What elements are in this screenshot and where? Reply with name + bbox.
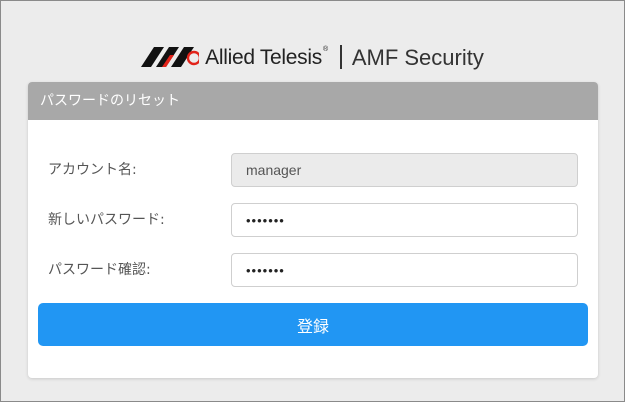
new-password-row: 新しいパスワード: bbox=[28, 203, 598, 237]
company-name: Allied Telesis® bbox=[205, 46, 328, 69]
confirm-password-row: パスワード確認: bbox=[28, 253, 598, 287]
new-password-field[interactable] bbox=[231, 203, 578, 237]
account-row: アカウント名: bbox=[28, 153, 598, 187]
password-reset-card: パスワードのリセット アカウント名: 新しいパスワード: パスワード確認: 登録 bbox=[28, 82, 598, 378]
product-title: AMF Security bbox=[351, 45, 484, 70]
new-password-label: 新しいパスワード: bbox=[48, 212, 165, 228]
card-title: パスワードのリセット bbox=[28, 82, 598, 120]
confirm-password-field[interactable] bbox=[231, 253, 578, 287]
register-button[interactable]: 登録 bbox=[38, 303, 588, 346]
account-field[interactable] bbox=[231, 153, 578, 187]
confirm-password-label: パスワード確認: bbox=[48, 262, 151, 278]
account-label: アカウント名: bbox=[48, 162, 137, 178]
allied-telesis-logo-icon bbox=[141, 47, 200, 67]
brand-header: Allied Telesis® AMF Security bbox=[0, 42, 625, 72]
company-logo: Allied Telesis® bbox=[141, 45, 328, 69]
brand-divider bbox=[339, 45, 342, 69]
